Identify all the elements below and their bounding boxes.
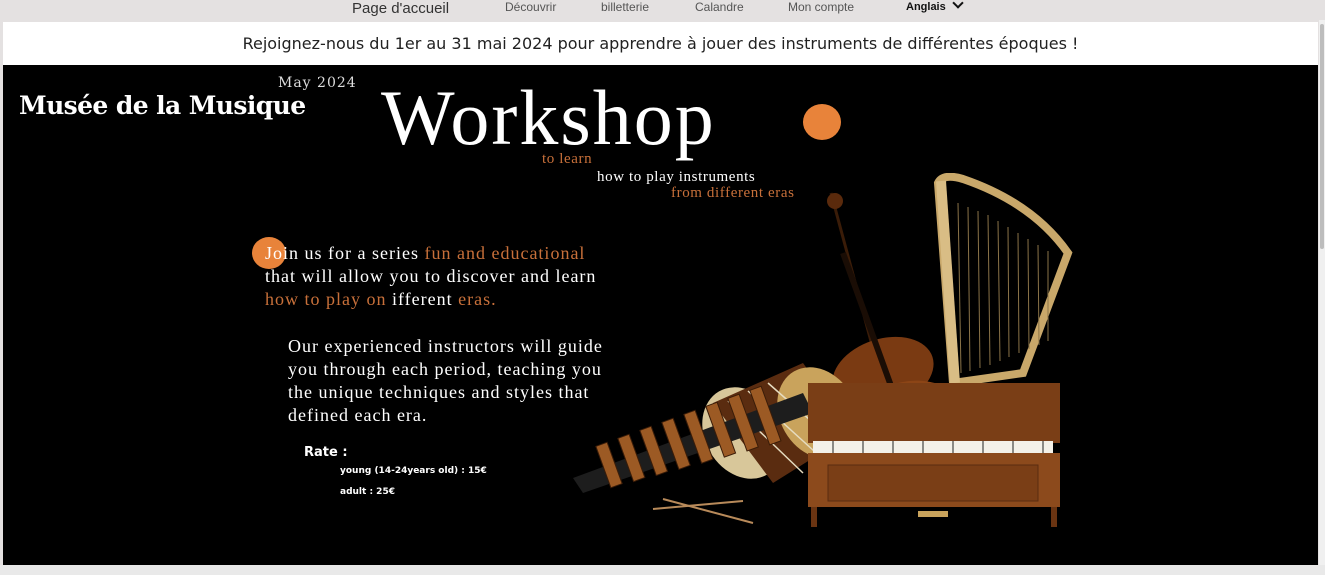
intro-paragraph: Join us for a series fun and educational… (265, 242, 596, 311)
description-line: the unique techniques and styles that (288, 382, 590, 402)
description-line: you through each period, teaching you (288, 359, 602, 379)
chevron-down-icon (952, 0, 964, 9)
language-select[interactable]: Anglais (906, 0, 964, 20)
nav-billetterie-link[interactable]: billetterie (601, 0, 649, 20)
intro-highlight: fun and educational (424, 243, 586, 263)
top-navigation: Page d'accueil Découvrir billetterie Cal… (0, 0, 1325, 20)
intro-highlight: eras. (458, 289, 497, 309)
harp-image (933, 173, 1073, 388)
workshop-title: Workshop (381, 74, 716, 161)
nav-home-link[interactable]: Page d'accueil (352, 0, 449, 20)
language-select-value: Anglais (906, 1, 946, 13)
accent-dot (803, 104, 841, 140)
announcement-banner: Rejoignez-nous du 1er au 31 mai 2024 pou… (3, 22, 1318, 65)
description-line: defined each era. (288, 405, 428, 425)
page-bottom-strip (0, 565, 1325, 575)
scrollbar-thumb[interactable] (1320, 24, 1324, 249)
event-date: May 2024 (278, 75, 357, 91)
intro-text: Join us for a series (265, 243, 425, 263)
piano-image (808, 383, 1060, 527)
description-paragraph: Our experienced instructors will guide y… (288, 335, 603, 427)
nav-calendar-link[interactable]: Calandre (695, 0, 744, 20)
nav-decouvrir-link[interactable]: Découvrir (505, 0, 556, 20)
rate-young: young (14-24years old) : 15€ (340, 466, 487, 476)
intro-text: that will allow you to discover and lear… (265, 266, 597, 286)
intro-highlight: how to play on (265, 289, 392, 309)
instruments-illustration (573, 173, 1073, 527)
rate-adult: adult : 25€ (340, 487, 395, 497)
workshop-hero: Musée de la Musique May 2024 Workshop to… (3, 65, 1318, 565)
nav-account-link[interactable]: Mon compte (788, 0, 854, 20)
description-line: Our experienced instructors will guide (288, 336, 603, 356)
museum-title: Musée de la Musique (19, 91, 306, 120)
subtitle-line-1: to learn (542, 151, 593, 167)
intro-text: ifferent (392, 289, 459, 309)
rate-label: Rate : (304, 445, 348, 460)
